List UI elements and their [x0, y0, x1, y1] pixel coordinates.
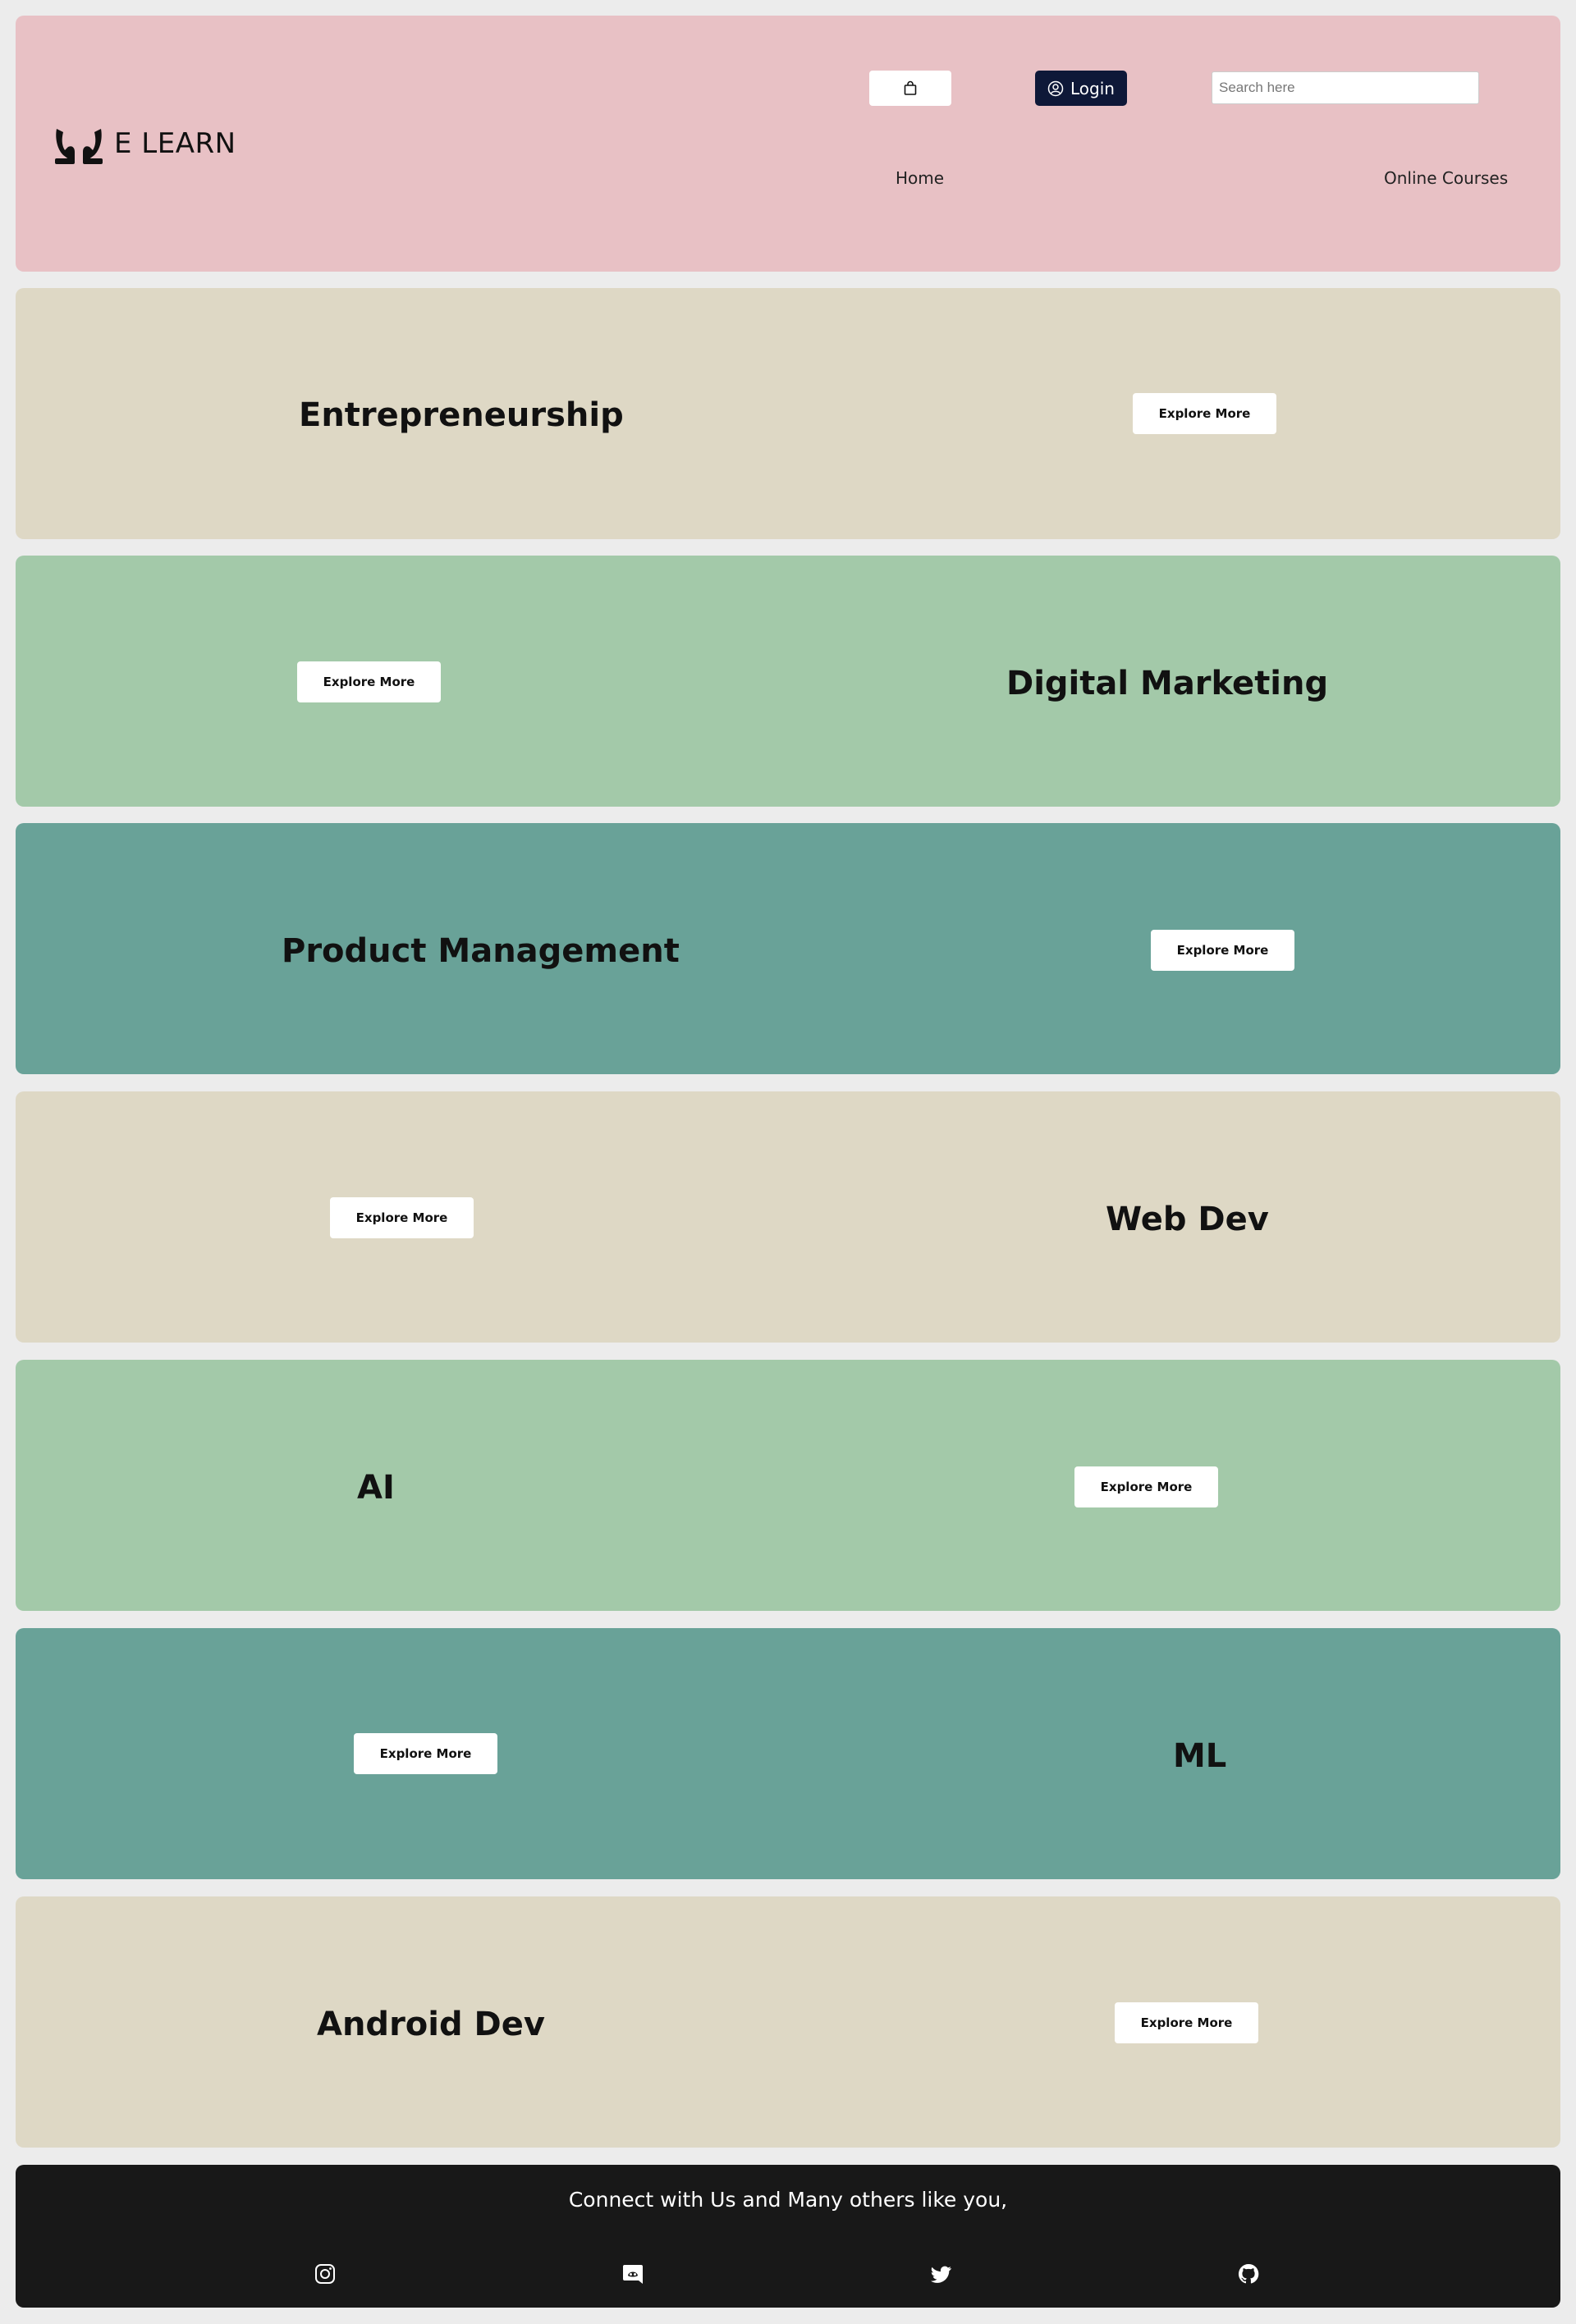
course-title: Android Dev [317, 2006, 545, 2043]
explore-more-button[interactable]: Explore More [330, 1197, 474, 1238]
course-title: Web Dev [1106, 1201, 1269, 1238]
github-icon[interactable] [1236, 2262, 1261, 2286]
discord-icon[interactable] [621, 2262, 645, 2286]
explore-more-button[interactable]: Explore More [1133, 393, 1276, 434]
course-title: ML [1173, 1737, 1227, 1775]
site-header: E LEARN Login Search here Home Online Co… [16, 16, 1560, 272]
course-section-ai: AI Explore More [16, 1360, 1560, 1611]
course-title: Entrepreneurship [299, 396, 624, 434]
explore-more-button[interactable]: Explore More [1074, 1466, 1218, 1507]
hands-logo-icon [55, 129, 103, 164]
nav-home-link[interactable]: Home [896, 168, 944, 188]
shopping-bag-icon [904, 80, 917, 95]
explore-more-button[interactable]: Explore More [1151, 930, 1294, 971]
nav-online-courses-link[interactable]: Online Courses [1384, 168, 1508, 188]
explore-more-button[interactable]: Explore More [354, 1733, 497, 1774]
course-section-product-management: Product Management Explore More [16, 823, 1560, 1074]
explore-more-button[interactable]: Explore More [297, 661, 441, 702]
login-label: Login [1070, 78, 1115, 98]
login-button[interactable]: Login [1035, 71, 1127, 106]
explore-more-button[interactable]: Explore More [1115, 2002, 1258, 2043]
cart-button[interactable] [869, 71, 951, 106]
twitter-icon[interactable] [929, 2262, 954, 2286]
course-section-ml: Explore More ML [16, 1628, 1560, 1879]
course-title: AI [357, 1469, 395, 1507]
user-circle-icon [1047, 80, 1064, 96]
instagram-icon[interactable] [313, 2262, 337, 2286]
logo[interactable]: E LEARN [52, 122, 236, 165]
course-section-android-dev: Android Dev Explore More [16, 1896, 1560, 2148]
course-section-entrepreneurship: Entrepreneurship Explore More [16, 288, 1560, 539]
site-footer: Connect with Us and Many others like you… [16, 2165, 1560, 2308]
footer-tagline: Connect with Us and Many others like you… [568, 2188, 1008, 2212]
logo-text: E LEARN [114, 127, 236, 160]
course-title: Product Management [282, 932, 680, 970]
search-input[interactable]: Search here [1212, 71, 1479, 104]
course-section-web-dev: Explore More Web Dev [16, 1091, 1560, 1343]
course-title: Digital Marketing [1006, 665, 1329, 702]
course-section-digital-marketing: Explore More Digital Marketing [16, 556, 1560, 807]
